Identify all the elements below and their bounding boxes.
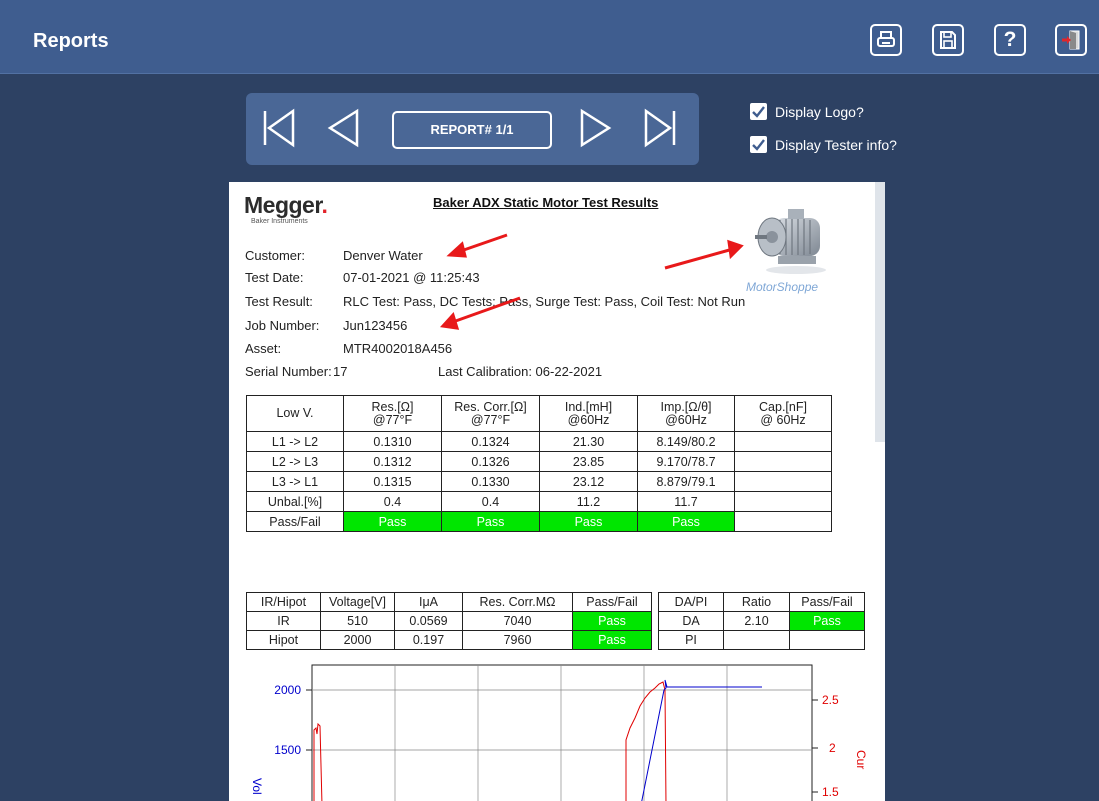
motorshoppe-brand: MotorShoppe (746, 280, 819, 294)
chart-plot-area (311, 664, 813, 801)
hipot-chart: 2000 1500 Vol 2.5 2 1.5 Cur (250, 664, 868, 801)
table-row: Hipot 2000 0.197 7960 Pass (246, 630, 652, 650)
chart-gridlines (312, 665, 812, 801)
last-page-icon[interactable] (643, 108, 677, 148)
report-number-button[interactable]: REPORT# 1/1 (392, 111, 552, 149)
table-row: PI (658, 630, 865, 650)
status-badge: Pass (572, 630, 652, 650)
help-icon: ? (1003, 28, 1017, 51)
motor-image (755, 209, 826, 274)
table-row: L3 -> L1 0.1315 0.1330 23.12 8.879/79.1 (246, 471, 832, 492)
display-tester-checkbox[interactable] (750, 136, 767, 153)
megger-logo: Megger. (244, 192, 328, 218)
y2-tick-label: 2.5 (822, 693, 839, 707)
status-badge: Pass (789, 611, 865, 631)
megger-logo-subtitle: Baker Instruments (251, 218, 308, 225)
first-page-icon[interactable] (262, 108, 296, 148)
table-header-row: Low V. Res.[Ω] @77°F Res. Corr.[Ω] @77°F I… (246, 395, 832, 432)
save-button[interactable] (932, 24, 964, 56)
da-pi-table: DA/PI Ratio Pass/Fail DA 2.10 Pass PI (658, 592, 865, 650)
display-tester-label: Display Tester info? (775, 137, 897, 153)
print-button[interactable] (870, 24, 902, 56)
printer-icon (877, 31, 895, 47)
ir-hipot-table: IR/Hipot Voltage[V] IμA Res. Corr.MΩ Pas… (246, 592, 652, 650)
next-page-icon[interactable] (579, 108, 613, 148)
exit-icon (1062, 30, 1080, 50)
help-button[interactable]: ? (994, 24, 1026, 56)
status-badge: Pass (637, 511, 735, 532)
table-header-row: DA/PI Ratio Pass/Fail (658, 592, 865, 612)
last-calibration: Last Calibration: 06-22-2021 (438, 364, 603, 379)
status-badge: Pass (539, 511, 638, 532)
report-preview[interactable]: Megger. Baker Instruments Baker ADX Stat… (229, 182, 885, 801)
pass-fail-row: Pass/Fail Pass Pass Pass Pass (246, 511, 832, 532)
previous-page-icon[interactable] (326, 108, 360, 148)
y-axis-label: Vol (250, 778, 264, 795)
status-badge: Pass (441, 511, 540, 532)
save-icon (940, 31, 956, 49)
top-bar: Reports ? (0, 0, 1099, 74)
table-row: DA 2.10 Pass (658, 611, 865, 631)
report-title: Baker ADX Static Motor Test Results (433, 195, 659, 210)
display-logo-label: Display Logo? (775, 104, 864, 120)
status-badge: Pass (572, 611, 652, 631)
status-badge: Pass (343, 511, 442, 532)
y2-tick-label: 2 (829, 741, 836, 755)
y2-tick-label: 1.5 (822, 785, 839, 799)
table-row: L2 -> L3 0.1312 0.1326 23.85 9.170/78.7 (246, 451, 832, 472)
y-tick-label: 1500 (274, 743, 301, 757)
table-row: Unbal.[%] 0.4 0.4 11.2 11.7 (246, 491, 832, 512)
report-scrollbar[interactable] (875, 182, 885, 442)
table-row: IR 510 0.0569 7040 Pass (246, 611, 652, 631)
checkmark-icon (752, 106, 765, 118)
y2-axis-label: Cur (854, 750, 868, 769)
current-series-left (313, 722, 323, 801)
rlc-results-table: Low V. Res.[Ω] @77°F Res. Corr.[Ω] @77°F I… (246, 395, 832, 532)
voltage-series (641, 679, 762, 801)
report-navigation: REPORT# 1/1 (246, 93, 699, 165)
table-row: L1 -> L2 0.1310 0.1324 21.30 8.149/80.2 (246, 431, 832, 452)
current-series-right (625, 681, 667, 801)
exit-button[interactable] (1055, 24, 1087, 56)
y-tick-label: 2000 (274, 683, 301, 697)
checkmark-icon (752, 139, 765, 151)
page-title: Reports (33, 30, 109, 52)
display-logo-checkbox[interactable] (750, 103, 767, 120)
table-header-row: IR/Hipot Voltage[V] IμA Res. Corr.MΩ Pas… (246, 592, 652, 612)
